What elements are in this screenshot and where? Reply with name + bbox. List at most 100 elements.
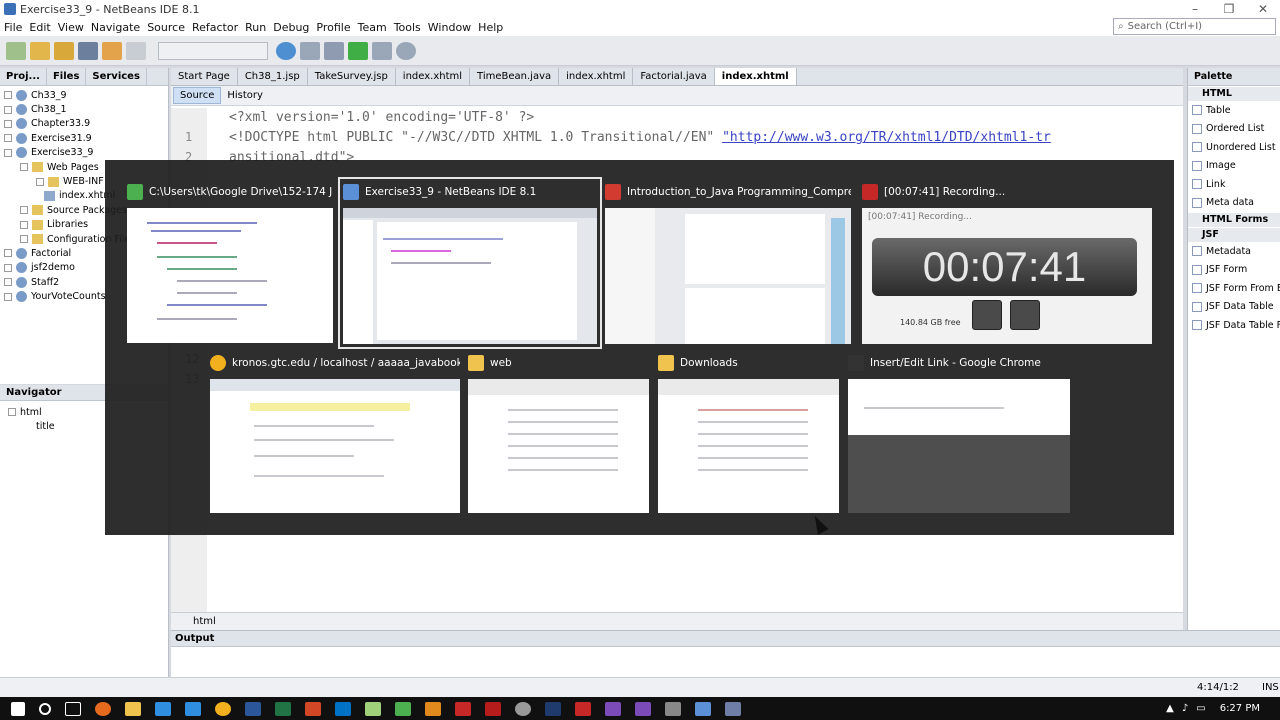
menu-edit[interactable]: Edit xyxy=(29,21,50,34)
switcher-window[interactable]: [00:07:41] Recording... [00:07:41] Recor… xyxy=(862,182,1152,344)
network-icon[interactable]: ▲ xyxy=(1166,703,1174,714)
photoshop-icon[interactable] xyxy=(545,701,561,716)
menu-source[interactable]: Source xyxy=(147,21,185,34)
tab-services[interactable]: Services xyxy=(86,67,147,86)
editor-tab[interactable]: Ch38_1.jsp xyxy=(238,68,308,85)
notepad-icon[interactable] xyxy=(365,701,381,716)
switcher-window[interactable]: Insert/Edit Link - Google Chrome xyxy=(848,353,1070,513)
editor-tab[interactable]: index.xhtml xyxy=(396,68,471,85)
palette-item[interactable]: JSF Data Table xyxy=(1188,298,1280,317)
editor-tab[interactable]: index.xhtml xyxy=(559,68,634,85)
new-project-icon[interactable] xyxy=(30,41,50,60)
new-file-icon[interactable] xyxy=(6,41,26,60)
tab-files[interactable]: Files xyxy=(47,67,87,86)
undo-icon[interactable] xyxy=(102,41,122,60)
palette-item[interactable]: Metadata xyxy=(1188,242,1280,261)
code-text[interactable]: <?xml version='1.0' encoding='UTF-8' ?> … xyxy=(229,108,1051,168)
palette-item[interactable]: Link xyxy=(1188,175,1280,194)
palette-group-html[interactable]: HTML xyxy=(1188,87,1280,101)
palette-item[interactable]: Meta data xyxy=(1188,194,1280,213)
palette-item[interactable]: Unordered List xyxy=(1188,138,1280,157)
switcher-window[interactable]: C:\Users\tk\Google Drive\152-174 J... xyxy=(127,182,333,344)
edge-icon[interactable] xyxy=(155,701,171,716)
menu-profile[interactable]: Profile xyxy=(316,21,350,34)
palette-item[interactable]: JSF Data Table Fro xyxy=(1188,316,1280,335)
file-explorer-icon[interactable] xyxy=(125,701,141,716)
visual-studio-icon[interactable] xyxy=(605,701,621,716)
chrome-icon[interactable] xyxy=(215,701,231,716)
app-icon[interactable] xyxy=(515,701,531,716)
palette-item[interactable]: JSF Form From Ent xyxy=(1188,279,1280,298)
clean-build-icon[interactable] xyxy=(324,41,344,60)
tree-item[interactable]: Ch33_9 xyxy=(0,88,168,102)
debug-icon[interactable] xyxy=(372,41,392,60)
netbeans-icon[interactable] xyxy=(695,701,711,716)
palette-item[interactable]: Ordered List xyxy=(1188,120,1280,139)
switcher-window[interactable]: Downloads xyxy=(658,353,839,513)
stop-button[interactable] xyxy=(1010,300,1040,330)
save-all-icon[interactable] xyxy=(78,41,98,60)
editor-tab-active[interactable]: index.xhtml xyxy=(714,68,797,85)
acrobat-icon[interactable] xyxy=(485,701,501,716)
keyboard-icon[interactable]: ▭ xyxy=(1196,703,1205,714)
menu-debug[interactable]: Debug xyxy=(273,21,309,34)
firefox-icon[interactable] xyxy=(95,701,111,716)
vlc-icon[interactable] xyxy=(425,701,441,716)
menu-navigate[interactable]: Navigate xyxy=(91,21,140,34)
filezilla-icon[interactable] xyxy=(575,701,591,716)
menu-refactor[interactable]: Refactor xyxy=(192,21,238,34)
quick-search-input[interactable]: ⌕ Search (Ctrl+I) xyxy=(1113,18,1276,35)
recorder-icon[interactable] xyxy=(455,701,471,716)
configuration-combo[interactable] xyxy=(158,41,268,60)
palette-item[interactable]: Image xyxy=(1188,157,1280,176)
menu-window[interactable]: Window xyxy=(428,21,471,34)
profile-icon[interactable] xyxy=(396,41,416,60)
word-icon[interactable] xyxy=(245,701,261,716)
editor-tab[interactable]: Start Page xyxy=(171,68,238,85)
palette-item[interactable]: JSF Form xyxy=(1188,261,1280,280)
volume-icon[interactable]: ♪ xyxy=(1182,703,1188,714)
windows-start-icon[interactable] xyxy=(11,701,25,716)
taskbar-clock[interactable]: 6:27 PM xyxy=(1220,703,1260,714)
ie-icon[interactable] xyxy=(185,701,201,716)
remote-desktop-icon[interactable] xyxy=(725,701,741,716)
build-icon[interactable] xyxy=(300,41,320,60)
switcher-window[interactable]: web xyxy=(468,353,649,513)
browser-icon[interactable] xyxy=(276,41,296,60)
menu-team[interactable]: Team xyxy=(358,21,387,34)
switcher-window-selected[interactable]: Exercise33_9 - NetBeans IDE 8.1 xyxy=(338,177,602,349)
menu-run[interactable]: Run xyxy=(245,21,266,34)
open-project-icon[interactable] xyxy=(54,41,74,60)
pause-button[interactable] xyxy=(972,300,1002,330)
search-icon[interactable] xyxy=(39,702,51,715)
editor-tab[interactable]: TakeSurvey.jsp xyxy=(308,68,396,85)
close-button[interactable]: ✕ xyxy=(1246,0,1280,18)
excel-icon[interactable] xyxy=(275,701,291,716)
tree-item[interactable]: Exercise33_9 xyxy=(0,146,168,160)
menu-tools[interactable]: Tools xyxy=(394,21,421,34)
output-title[interactable]: Output xyxy=(171,631,1280,647)
powerpoint-icon[interactable] xyxy=(305,701,321,716)
menu-view[interactable]: View xyxy=(58,21,84,34)
palette-group-jsf[interactable]: JSF xyxy=(1188,228,1280,242)
redo-icon[interactable] xyxy=(126,41,146,60)
task-view-icon[interactable] xyxy=(65,701,81,716)
switcher-window[interactable]: Introduction_to_Java Programming_Compreh… xyxy=(605,182,851,344)
outlook-icon[interactable] xyxy=(335,701,351,716)
palette-item[interactable]: Table xyxy=(1188,101,1280,120)
minimize-button[interactable]: – xyxy=(1178,0,1212,18)
source-button[interactable]: Source xyxy=(173,87,222,104)
dreamweaver-icon[interactable] xyxy=(395,701,411,716)
editor-breadcrumb[interactable]: html xyxy=(171,612,1183,630)
menu-help[interactable]: Help xyxy=(478,21,503,34)
palette-group-html-forms[interactable]: HTML Forms xyxy=(1188,213,1280,227)
tree-item[interactable]: Ch38_1 xyxy=(0,102,168,116)
switcher-window[interactable]: kronos.gtc.edu / localhost / aaaaa_javab… xyxy=(210,353,460,513)
run-icon[interactable] xyxy=(348,41,368,60)
tree-item[interactable]: Chapter33.9 xyxy=(0,117,168,131)
editor-tab[interactable]: Factorial.java xyxy=(633,68,715,85)
menu-file[interactable]: File xyxy=(4,21,22,34)
maximize-button[interactable]: ❐ xyxy=(1212,0,1246,18)
tab-projects[interactable]: Proj... xyxy=(0,67,47,86)
tree-item[interactable]: Exercise31.9 xyxy=(0,131,168,145)
